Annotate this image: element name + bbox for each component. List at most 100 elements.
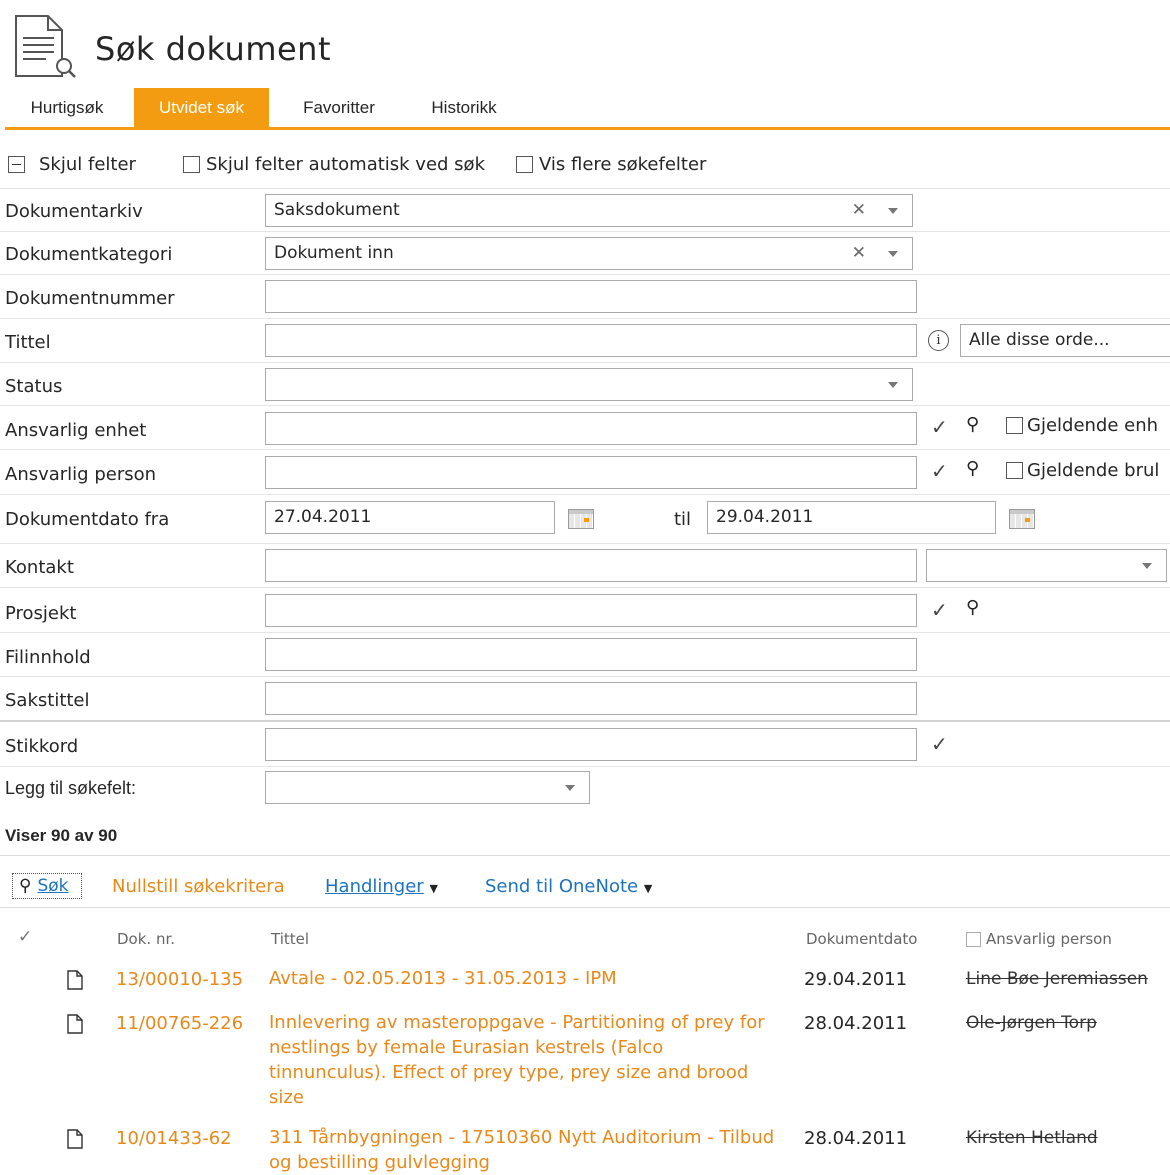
status-label: Status bbox=[5, 376, 63, 397]
legg-til-label: Legg til søkefelt: bbox=[5, 778, 137, 798]
search-document-icon bbox=[15, 15, 76, 78]
row-date: 28.04.2011 bbox=[804, 1128, 908, 1149]
divider bbox=[0, 494, 1170, 495]
caret-down-icon: ▼ bbox=[643, 882, 653, 895]
ansvarlig-person-input[interactable] bbox=[265, 456, 917, 489]
dokumentdato-fra-input[interactable]: 27.04.2011 bbox=[265, 501, 555, 534]
search-icon[interactable]: ⚲ bbox=[966, 414, 979, 435]
tab-bar: Hurtigsøk Utvidet søk Favoritter Histori… bbox=[0, 88, 1170, 128]
auto-hide-option[interactable]: Skjul felter automatisk ved søk bbox=[183, 152, 485, 176]
search-icon[interactable]: ⚲ bbox=[966, 458, 979, 479]
kontakt-input[interactable] bbox=[265, 549, 917, 582]
dokumentarkiv-value: Saksdokument bbox=[274, 200, 400, 220]
chevron-down-icon[interactable] bbox=[888, 251, 898, 257]
status-select[interactable] bbox=[265, 368, 913, 401]
search-button-label: Søk bbox=[37, 876, 69, 896]
divider bbox=[0, 231, 1170, 232]
dokumentnummer-input[interactable] bbox=[265, 280, 917, 313]
chevron-down-icon[interactable] bbox=[1142, 563, 1152, 569]
stikkord-label: Stikkord bbox=[5, 736, 79, 757]
info-icon[interactable]: i bbox=[928, 330, 949, 351]
search-button[interactable]: ⚲ Søk bbox=[12, 873, 82, 899]
chevron-down-icon[interactable] bbox=[888, 382, 898, 388]
column-checkbox[interactable] bbox=[966, 931, 981, 947]
divider bbox=[0, 274, 1170, 275]
gjeldende-bruker-checkbox[interactable] bbox=[1006, 462, 1023, 479]
column-header-tittel[interactable]: Tittel bbox=[271, 930, 309, 948]
row-title[interactable]: 311 Tårnbygningen - 17510360 Nytt Audito… bbox=[269, 1125, 779, 1175]
row-doknr[interactable]: 10/01433-62 bbox=[116, 1128, 232, 1149]
tittel-mode-select[interactable]: Alle disse orde... bbox=[960, 324, 1170, 357]
page-title: Søk dokument bbox=[95, 30, 331, 68]
dokumentkategori-label: Dokumentkategori bbox=[5, 244, 173, 265]
prosjekt-label: Prosjekt bbox=[5, 603, 77, 624]
dokumentkategori-select[interactable]: Dokument inn ✕ bbox=[265, 237, 913, 270]
tab-hurtigsok[interactable]: Hurtigsøk bbox=[5, 88, 129, 128]
kontakt-label: Kontakt bbox=[5, 557, 74, 578]
ansvarlig-person-label: Ansvarlig person bbox=[5, 464, 157, 485]
sakstittel-input[interactable] bbox=[265, 682, 917, 715]
tittel-input[interactable] bbox=[265, 324, 917, 357]
check-icon[interactable]: ✓ bbox=[931, 598, 948, 622]
divider bbox=[0, 855, 1170, 856]
row-doknr[interactable]: 13/00010-135 bbox=[116, 969, 243, 990]
gjeldende-enhet-checkbox[interactable] bbox=[1006, 417, 1023, 434]
dokumentdato-til-input[interactable]: 29.04.2011 bbox=[707, 501, 996, 534]
stikkord-input[interactable] bbox=[265, 728, 917, 761]
chevron-down-icon[interactable] bbox=[888, 208, 898, 214]
tab-favoritter[interactable]: Favoritter bbox=[280, 88, 398, 128]
check-icon[interactable]: ✓ bbox=[931, 459, 948, 483]
more-fields-option[interactable]: Vis flere søkefelter bbox=[516, 152, 706, 176]
tab-utvidet-sok[interactable]: Utvidet søk bbox=[134, 88, 269, 128]
row-person: Ole-Jørgen Torp bbox=[966, 1013, 1097, 1033]
hide-fields-toggle[interactable]: Skjul felter bbox=[8, 152, 136, 176]
column-header-ansvarlig-person[interactable]: Ansvarlig person bbox=[966, 930, 1112, 948]
filinnhold-label: Filinnhold bbox=[5, 647, 91, 668]
gjeldende-enhet-option[interactable]: Gjeldende enh bbox=[1006, 415, 1158, 436]
kontakt-type-select[interactable] bbox=[926, 549, 1167, 582]
divider bbox=[0, 318, 1170, 319]
calendar-icon[interactable] bbox=[1009, 509, 1035, 529]
reset-criteria-label: Nullstill søkekritera bbox=[112, 876, 285, 897]
select-all-check-icon[interactable]: ✓ bbox=[18, 927, 32, 947]
row-person: Kirsten Hetland bbox=[966, 1128, 1098, 1148]
search-icon: ⚲ bbox=[19, 876, 32, 896]
more-fields-checkbox[interactable] bbox=[516, 155, 533, 173]
row-title[interactable]: Avtale - 02.05.2013 - 31.05.2013 - IPM bbox=[269, 966, 779, 991]
column-header-dokumentdato[interactable]: Dokumentdato bbox=[806, 930, 917, 948]
actions-label: Handlinger bbox=[325, 876, 424, 897]
prosjekt-input[interactable] bbox=[265, 594, 917, 627]
send-to-onenote-menu[interactable]: Send til OneNote ▼ bbox=[485, 876, 652, 897]
check-icon[interactable]: ✓ bbox=[931, 415, 948, 439]
reset-criteria-link[interactable]: Nullstill søkekritera bbox=[112, 876, 285, 897]
actions-menu[interactable]: Handlinger ▼ bbox=[325, 876, 438, 897]
file-icon bbox=[67, 1129, 83, 1149]
check-icon[interactable]: ✓ bbox=[931, 732, 948, 756]
column-header-doknr[interactable]: Dok. nr. bbox=[117, 930, 175, 948]
divider bbox=[0, 907, 1170, 908]
legg-til-select[interactable] bbox=[265, 771, 590, 804]
search-icon[interactable]: ⚲ bbox=[966, 597, 979, 618]
row-person: Line Bøe Jeremiassen bbox=[966, 969, 1148, 989]
ansvarlig-enhet-input[interactable] bbox=[265, 412, 917, 445]
calendar-icon[interactable] bbox=[568, 509, 594, 529]
clear-icon[interactable]: ✕ bbox=[852, 238, 866, 269]
row-title[interactable]: Innlevering av masteroppgave - Partition… bbox=[269, 1010, 779, 1110]
divider bbox=[0, 405, 1170, 406]
divider bbox=[0, 362, 1170, 363]
ansvarlig-enhet-label: Ansvarlig enhet bbox=[5, 420, 147, 441]
row-doknr[interactable]: 11/00765-226 bbox=[116, 1013, 243, 1034]
filinnhold-input[interactable] bbox=[265, 638, 917, 671]
divider bbox=[0, 587, 1170, 588]
clear-icon[interactable]: ✕ bbox=[852, 195, 866, 226]
send-to-onenote-label: Send til OneNote bbox=[485, 876, 639, 897]
dokumentarkiv-select[interactable]: Saksdokument ✕ bbox=[265, 194, 913, 227]
auto-hide-checkbox[interactable] bbox=[183, 155, 200, 173]
tab-historikk[interactable]: Historikk bbox=[404, 88, 524, 128]
row-date: 29.04.2011 bbox=[804, 969, 908, 990]
chevron-down-icon[interactable] bbox=[565, 785, 575, 791]
file-icon bbox=[67, 1014, 83, 1034]
gjeldende-bruker-option[interactable]: Gjeldende brul bbox=[1006, 460, 1159, 481]
column-header-ansvarlig-person-label: Ansvarlig person bbox=[986, 930, 1112, 948]
tittel-mode-value: Alle disse orde... bbox=[969, 330, 1110, 350]
